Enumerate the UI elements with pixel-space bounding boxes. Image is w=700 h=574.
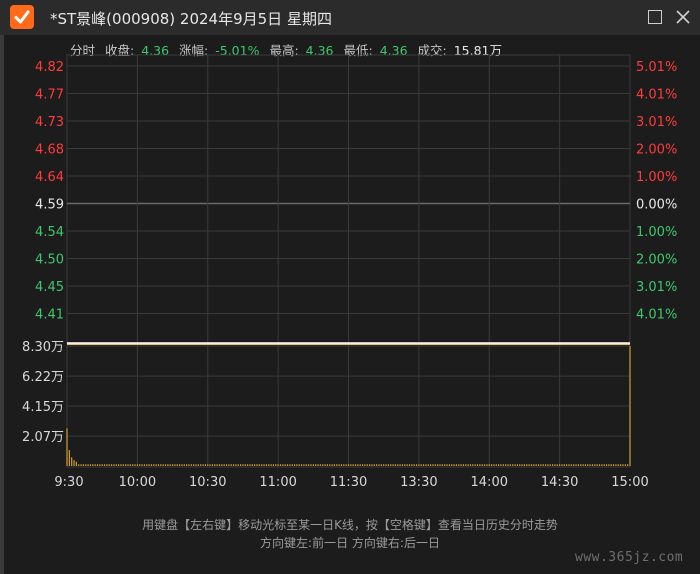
price-tick-label: 4.50 [35, 253, 64, 268]
time-tick-label: 11:00 [259, 475, 296, 490]
intraday-chart[interactable]: 4.82 5.01% 4.77 4.01% 4.73 3.01% 4.68 2.00% 4.64… [0, 0, 700, 574]
price-tick-label: 4.41 [35, 308, 64, 323]
watermark: www.365jz.com [575, 550, 684, 565]
percent-tick-label: 4.01% [636, 308, 677, 323]
price-tick-label: 4.54 [35, 225, 64, 240]
percent-tick-label: 5.01% [636, 60, 677, 75]
time-tick-label: 14:30 [541, 475, 578, 490]
price-tick-label: 4.77 [35, 88, 64, 103]
volume-tick-label: 8.30万 [22, 340, 64, 355]
time-tick-label: 15:00 [611, 475, 648, 490]
price-tick-label: 4.82 [35, 60, 64, 75]
footer-hint-line1: 用键盘【左右键】移动光标至某一日K线，按【空格键】查看当日历史分时走势 [142, 518, 558, 532]
time-tick-label: 13:30 [400, 475, 437, 490]
footer-hint-line2: 方向键左:前一日 方向键右:后一日 [260, 536, 440, 550]
time-tick-label: 10:30 [189, 475, 226, 490]
volume-tick-label: 4.15万 [22, 400, 64, 415]
price-tick-label: 4.64 [35, 170, 64, 185]
volume-tick-label: 6.22万 [22, 370, 64, 385]
price-tick-label: 4.59 [35, 198, 64, 213]
time-tick-label: 11:30 [330, 475, 367, 490]
time-tick-label: 9:30 [54, 475, 83, 490]
percent-tick-label: 0.00% [636, 198, 677, 213]
time-tick-label: 14:00 [471, 475, 508, 490]
percent-tick-label: 1.00% [636, 225, 677, 240]
percent-tick-label: 2.00% [636, 253, 677, 268]
price-tick-label: 4.73 [35, 115, 64, 130]
percent-tick-label: 4.01% [636, 88, 677, 103]
price-tick-label: 4.45 [35, 280, 64, 295]
percent-tick-label: 3.01% [636, 115, 677, 130]
price-tick-label: 4.68 [35, 143, 64, 158]
percent-tick-label: 2.00% [636, 143, 677, 158]
percent-tick-label: 1.00% [636, 170, 677, 185]
time-tick-label: 10:00 [119, 475, 156, 490]
percent-tick-label: 3.01% [636, 280, 677, 295]
volume-tick-label: 2.07万 [22, 430, 64, 445]
